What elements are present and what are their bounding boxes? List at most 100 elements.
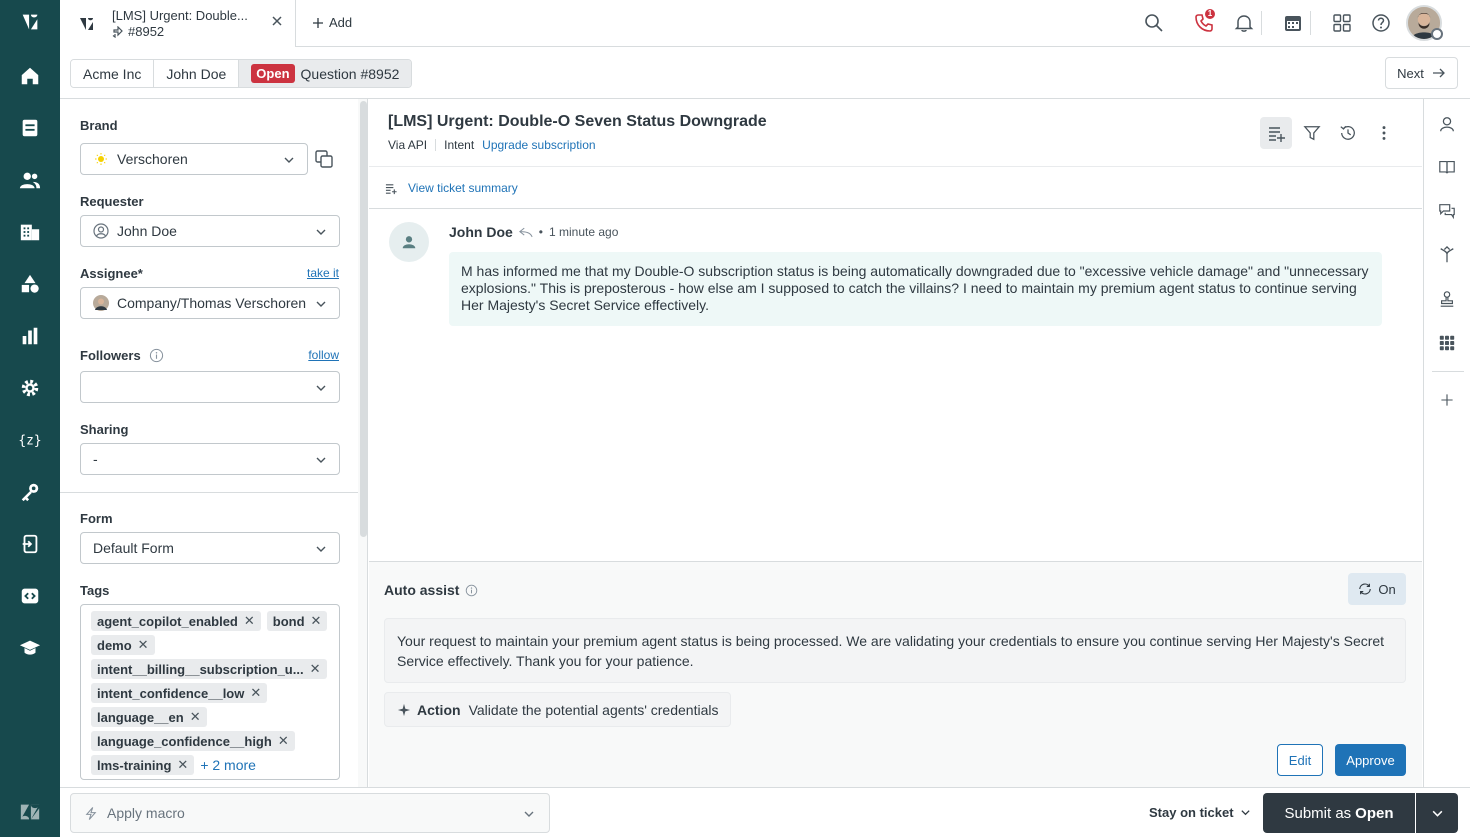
- follow-link[interactable]: follow: [308, 348, 339, 362]
- stamp-icon[interactable]: [1436, 288, 1458, 310]
- add-tab-button[interactable]: Add: [312, 15, 352, 30]
- remove-tag-icon[interactable]: ✕: [310, 661, 321, 677]
- followers-select[interactable]: [80, 371, 340, 403]
- ticket-subject[interactable]: [LMS] Urgent: Double-O Seven Status Down…: [388, 113, 767, 131]
- tags-list: agent_copilot_enabled ✕ bond ✕ demo ✕ inten…: [91, 611, 329, 775]
- top-bar: [LMS] Urgent: Double... #8952 Add 1: [60, 0, 1470, 47]
- zendesk-tab-icon: [78, 15, 96, 33]
- views-icon[interactable]: [0, 108, 60, 148]
- requester-select[interactable]: John Doe: [80, 215, 340, 247]
- key-icon[interactable]: [0, 472, 60, 512]
- edit-button[interactable]: Edit: [1277, 744, 1323, 776]
- app-exit-icon[interactable]: [0, 524, 60, 564]
- sharing-select[interactable]: -: [80, 443, 340, 475]
- api-channel-icon: [112, 25, 123, 38]
- bell-icon[interactable]: [1232, 11, 1256, 35]
- shapes-icon[interactable]: [0, 264, 60, 304]
- intent-label: Intent: [444, 138, 475, 152]
- brand-sun-icon: [95, 153, 107, 165]
- info-icon[interactable]: [465, 584, 478, 597]
- remove-tag-icon[interactable]: ✕: [244, 613, 255, 629]
- ticket-properties-panel: Brand Verschoren Requester John Doe Assi…: [60, 99, 368, 787]
- breadcrumb-organization[interactable]: Acme Inc: [71, 60, 155, 87]
- phone-icon[interactable]: 1: [1192, 9, 1216, 35]
- add-app-plus-icon[interactable]: [1436, 389, 1458, 411]
- organizations-icon[interactable]: [0, 212, 60, 252]
- message-body: M has informed me that my Double-O subsc…: [449, 252, 1382, 326]
- customer-context-icon[interactable]: [1436, 113, 1458, 135]
- settings-gear-icon[interactable]: [0, 368, 60, 408]
- zendesk-brand-icon[interactable]: [0, 792, 60, 832]
- submit-button[interactable]: Submit as Open: [1263, 793, 1415, 833]
- more-options-icon[interactable]: [1368, 117, 1400, 149]
- remove-tag-icon[interactable]: ✕: [177, 757, 188, 773]
- copy-icon[interactable]: [314, 149, 334, 169]
- remove-tag-icon[interactable]: ✕: [138, 637, 149, 653]
- view-ticket-summary-link[interactable]: View ticket summary: [385, 181, 518, 195]
- calendar-icon[interactable]: [1281, 11, 1305, 35]
- breadcrumb-requester[interactable]: John Doe: [154, 60, 240, 87]
- reply-icon[interactable]: [518, 227, 533, 238]
- bottom-action-bar: Apply macro Stay on ticket Submit as Ope…: [60, 787, 1470, 837]
- conversation-list-icon[interactable]: [1260, 117, 1292, 149]
- customers-icon[interactable]: [0, 160, 60, 200]
- apply-macro-select[interactable]: Apply macro: [70, 793, 550, 833]
- breadcrumb: Acme Inc John Doe Open Question #8952: [70, 59, 413, 88]
- rail-divider: [1432, 371, 1464, 372]
- summary-divider: [369, 208, 1422, 209]
- zendesk-api-icon[interactable]: {z}: [0, 420, 60, 460]
- auto-assist-toggle[interactable]: On: [1348, 573, 1406, 605]
- close-tab-icon[interactable]: [270, 14, 284, 28]
- next-button[interactable]: Next: [1385, 57, 1458, 89]
- more-tags-link[interactable]: + 2 more: [200, 755, 256, 775]
- properties-scrollbar-thumb[interactable]: [360, 101, 367, 537]
- requester-label: Requester: [80, 194, 144, 209]
- chevron-down-icon: [1432, 810, 1442, 817]
- assignee-select[interactable]: Company/Thomas Verschoren: [80, 287, 340, 319]
- code-icon[interactable]: [0, 576, 60, 616]
- remove-tag-icon[interactable]: ✕: [311, 613, 322, 629]
- history-icon[interactable]: [1332, 117, 1364, 149]
- svg-text:{z}: {z}: [19, 434, 41, 449]
- help-icon[interactable]: [1369, 11, 1393, 35]
- intent-value-link[interactable]: Upgrade subscription: [482, 138, 595, 152]
- form-select[interactable]: Default Form: [80, 532, 340, 564]
- tag-chip: language_confidence__high ✕: [91, 731, 295, 751]
- take-it-link[interactable]: take it: [307, 266, 339, 280]
- top-divider: [1261, 11, 1262, 35]
- tags-input[interactable]: agent_copilot_enabled ✕ bond ✕ demo ✕ inten…: [80, 604, 340, 780]
- message-author[interactable]: John Doe: [449, 224, 513, 240]
- apps-icon[interactable]: [1330, 11, 1354, 35]
- breadcrumb-ticket[interactable]: Open Question #8952: [239, 60, 412, 87]
- ticket-tab[interactable]: [LMS] Urgent: Double... #8952: [60, 0, 296, 47]
- filter-icon[interactable]: [1296, 117, 1328, 149]
- suggested-reply: Your request to maintain your premium ag…: [384, 618, 1406, 683]
- reporting-icon[interactable]: [0, 316, 60, 356]
- chat-bubbles-icon[interactable]: [1436, 200, 1458, 222]
- form-label: Form: [80, 511, 113, 526]
- submit-options-button[interactable]: [1416, 793, 1458, 833]
- chevron-down-icon: [524, 811, 534, 817]
- assignee-label: Assignee*: [80, 266, 143, 281]
- remove-tag-icon[interactable]: ✕: [190, 709, 201, 725]
- zendesk-logo-icon[interactable]: [0, 2, 60, 42]
- apps-grid-icon[interactable]: [1436, 332, 1458, 354]
- graduation-cap-icon[interactable]: [0, 628, 60, 668]
- message-header: John Doe • 1 minute ago: [449, 224, 619, 240]
- suggested-action[interactable]: Action Validate the potential agents' cr…: [384, 692, 732, 727]
- home-icon[interactable]: [0, 56, 60, 96]
- remove-tag-icon[interactable]: ✕: [278, 733, 289, 749]
- approve-button[interactable]: Approve: [1335, 744, 1406, 776]
- chevron-down-icon: [316, 385, 326, 391]
- brand-select[interactable]: Verschoren: [80, 143, 308, 175]
- knowledge-book-icon[interactable]: [1436, 156, 1458, 178]
- tag-chip: lms-training ✕: [91, 755, 195, 775]
- plus-icon: [313, 17, 323, 28]
- search-icon[interactable]: [1142, 11, 1166, 35]
- summary-list-icon: [385, 183, 397, 194]
- requester-avatar-icon: [389, 222, 429, 262]
- merge-icon[interactable]: [1436, 244, 1458, 266]
- info-icon[interactable]: [149, 348, 164, 363]
- remove-tag-icon[interactable]: ✕: [250, 685, 261, 701]
- stay-on-ticket-select[interactable]: Stay on ticket: [1149, 805, 1251, 820]
